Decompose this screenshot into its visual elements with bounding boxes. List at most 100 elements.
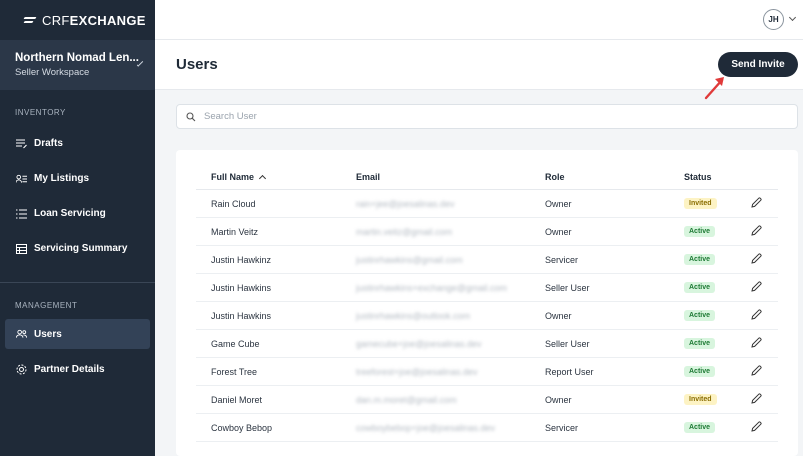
search-icon: [186, 111, 196, 121]
edit-pencil-icon[interactable]: [751, 197, 763, 209]
table-row[interactable]: Justin Hawkins justinrhawkins+exchange@gm…: [196, 274, 778, 302]
workspace-switcher[interactable]: Northern Nomad Len... Seller Workspace: [0, 40, 155, 90]
listings-icon: [16, 173, 27, 184]
status-badge: Active: [684, 337, 716, 349]
table-row[interactable]: Cowboy Bebop cowboybebop+joe@joesalinas.d…: [196, 414, 778, 442]
user-email: justinrhawkins@outlook.com: [356, 311, 471, 321]
user-full-name: Justin Hawkins: [211, 311, 272, 321]
user-email: dan.m.moret@gmail.com: [356, 395, 457, 405]
user-role: Servicer: [545, 423, 579, 433]
edit-pencil-icon[interactable]: [751, 309, 763, 321]
status-badge-label: Active: [684, 422, 716, 433]
user-role: Report User: [545, 367, 594, 377]
user-role: Owner: [545, 227, 572, 237]
logo-mark-icon: [24, 15, 38, 25]
status-badge-label: Active: [684, 282, 716, 293]
users-icon: [16, 329, 27, 340]
user-email: treeforest+joe@joesalinas.dev: [356, 367, 478, 377]
edit-pencil-icon[interactable]: [751, 253, 763, 265]
workspace-name: Northern Nomad Len...: [15, 52, 139, 64]
logo-light-text: CRF: [42, 12, 70, 28]
column-header-role[interactable]: Role: [545, 172, 565, 182]
user-role: Owner: [545, 311, 572, 321]
status-badge: Active: [684, 281, 716, 293]
edit-pencil-icon[interactable]: [751, 421, 763, 433]
search-input[interactable]: [204, 111, 764, 122]
status-badge: Active: [684, 253, 716, 265]
sidebar-item-label: Partner Details: [34, 364, 105, 375]
edit-pencil-icon[interactable]: [751, 365, 763, 377]
status-badge: Active: [684, 365, 716, 377]
status-badge-label: Invited: [684, 394, 717, 405]
users-table: Full Name Email Role Status Rain Cloud ra…: [176, 150, 798, 456]
status-badge: Active: [684, 421, 716, 433]
table-row[interactable]: Justin Hawkins justinrhawkins@outlook.com…: [196, 302, 778, 330]
user-role: Seller User: [545, 283, 590, 293]
sort-ascending-icon: [258, 174, 267, 183]
summary-icon: [16, 243, 27, 254]
user-full-name: Martin Veitz: [211, 227, 259, 237]
gear-icon: [16, 364, 27, 375]
user-full-name: Game Cube: [211, 339, 260, 349]
sidebar-item-drafts[interactable]: Drafts: [0, 126, 155, 161]
brand-logo[interactable]: CRFEXCHANGE: [0, 0, 155, 40]
status-badge-label: Active: [684, 366, 716, 377]
edit-pencil-icon[interactable]: [751, 281, 763, 293]
column-header-full-name[interactable]: Full Name: [211, 172, 267, 183]
table-row[interactable]: Martin Veitz martin.veitz@gmail.com Owner A…: [196, 218, 778, 246]
sidebar-item-label: Loan Servicing: [34, 208, 106, 219]
drafts-icon: [16, 138, 27, 149]
table-row[interactable]: Game Cube gamecube+joe@joesalinas.dev Sell…: [196, 330, 778, 358]
list-icon: [16, 208, 27, 219]
sidebar-item-users[interactable]: Users: [5, 319, 150, 349]
status-badge: Invited: [684, 197, 717, 209]
user-role: Owner: [545, 395, 572, 405]
status-badge: Active: [684, 225, 716, 237]
column-header-status[interactable]: Status: [684, 172, 712, 182]
user-role: Servicer: [545, 255, 579, 265]
inventory-section-label: INVENTORY: [15, 108, 66, 117]
edit-pencil-icon[interactable]: [751, 225, 763, 237]
status-badge: Active: [684, 309, 716, 321]
management-section-label: MANAGEMENT: [15, 301, 78, 310]
user-full-name: Cowboy Bebop: [211, 423, 273, 433]
table-header: Full Name Email Role Status: [196, 164, 778, 190]
sidebar-item-my-listings[interactable]: My Listings: [0, 161, 155, 196]
user-email: justinrhawkins@gmail.com: [356, 255, 463, 265]
user-full-name: Justin Hawkinz: [211, 255, 272, 265]
sidebar-item-partner-details[interactable]: Partner Details: [0, 352, 155, 387]
table-row[interactable]: Daniel Moret dan.m.moret@gmail.com Owner In…: [196, 386, 778, 414]
sidebar-item-label: My Listings: [34, 173, 90, 184]
sidebar-item-label: Servicing Summary: [34, 243, 128, 254]
user-full-name: Daniel Moret: [211, 395, 263, 405]
user-full-name: Forest Tree: [211, 367, 258, 377]
sidebar-item-loan-servicing[interactable]: Loan Servicing: [0, 196, 155, 231]
status-badge-label: Active: [684, 338, 716, 349]
edit-pencil-icon[interactable]: [751, 393, 763, 405]
sidebar-item-servicing-summary[interactable]: Servicing Summary: [0, 231, 155, 266]
status-badge: Invited: [684, 393, 717, 405]
table-row[interactable]: Justin Hawkinz justinrhawkins@gmail.com Se…: [196, 246, 778, 274]
top-bar: JH: [155, 0, 803, 40]
user-role: Owner: [545, 199, 572, 209]
avatar[interactable]: JH: [763, 9, 784, 30]
sidebar: CRFEXCHANGE Northern Nomad Len... Seller…: [0, 0, 155, 456]
user-full-name: Justin Hawkins: [211, 283, 272, 293]
edit-pencil-icon[interactable]: [751, 337, 763, 349]
chevron-down-icon[interactable]: [788, 13, 797, 22]
table-row[interactable]: Forest Tree treeforest+joe@joesalinas.dev…: [196, 358, 778, 386]
search-bar[interactable]: [176, 104, 798, 129]
status-badge-label: Active: [684, 310, 716, 321]
user-role: Seller User: [545, 339, 590, 349]
user-email: rain+jee@joesalinas.dev: [356, 199, 455, 209]
column-header-email[interactable]: Email: [356, 172, 380, 182]
user-full-name: Rain Cloud: [211, 199, 256, 209]
workspace-subtitle: Seller Workspace: [15, 67, 90, 78]
table-row[interactable]: Rain Cloud rain+jee@joesalinas.dev Owner In…: [196, 190, 778, 218]
send-invite-button[interactable]: Send Invite: [718, 52, 798, 77]
status-badge-label: Invited: [684, 198, 717, 209]
user-email: martin.veitz@gmail.com: [356, 227, 453, 237]
user-email: cowboybebop+joe@joesalinas.dev: [356, 423, 495, 433]
user-email: gamecube+joe@joesalinas.dev: [356, 339, 482, 349]
page-title: Users: [176, 56, 218, 73]
